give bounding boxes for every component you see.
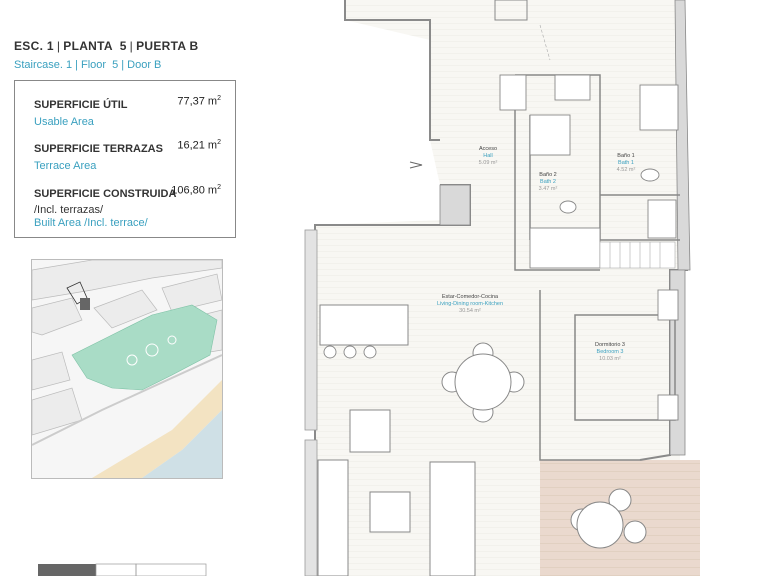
usable-area-row: SUPERFICIE ÚTIL Usable Area 77,37 m2 (34, 95, 221, 128)
location-map (31, 259, 223, 479)
washbasin (554, 74, 591, 101)
chair (623, 520, 647, 544)
built-area-label-en: Built Area /Incl. terrace/ (34, 217, 148, 229)
wall (344, 0, 440, 141)
built-area-label-es2: /Incl. terrazas/ (34, 204, 104, 216)
stool (363, 345, 377, 359)
location-map-svg (32, 260, 222, 478)
bath1-area: 4.52 m² (617, 167, 636, 173)
bath2-label: Baño 2 (539, 172, 556, 178)
floor-key-cell (95, 563, 137, 577)
nightstand (657, 289, 679, 321)
hall-label: Acceso (479, 146, 497, 152)
sofa (317, 459, 349, 577)
living-label-en: Living-Dining room-Kitchen (437, 301, 503, 307)
shower-tray (647, 199, 677, 239)
toilet (640, 168, 660, 182)
nightstand (657, 394, 679, 421)
bath1-label: Baño 1 (617, 153, 634, 159)
bedroom3-label-en: Bedroom 3 (597, 349, 624, 355)
exterior-wall (304, 439, 318, 577)
terrace-area-label-en: Terrace Area (34, 160, 97, 172)
floor-key-strip (38, 562, 208, 577)
terrace-table (576, 501, 624, 549)
unit-id-es: ESC. 1 | PLANTA 5 | PUERTA B (14, 39, 199, 53)
entry-arrow-icon (409, 161, 423, 169)
usable-area-value: 77,37 m2 (177, 95, 221, 108)
toilet (559, 200, 577, 214)
unit-id-en: Staircase. 1 | Floor 5 | Door B (14, 59, 162, 71)
hall-label-en: Hall (483, 153, 492, 159)
shower-tray (529, 114, 571, 156)
puerta-label: PUERTA (136, 39, 186, 53)
exterior-wall (304, 229, 318, 431)
side-table (369, 491, 411, 533)
esc-value: 1 (46, 39, 54, 53)
unit-location-marker (80, 298, 90, 310)
built-area-value: 106,80 m2 (171, 184, 221, 197)
exterior-wall (674, 0, 691, 271)
usable-area-label: SUPERFICIE ÚTIL (34, 99, 128, 111)
planta-value: 5 (119, 39, 127, 53)
column (439, 184, 471, 226)
stool (343, 345, 357, 359)
stool (323, 345, 337, 359)
built-area-row: SUPERFICIE CONSTRUIDA /Incl. terrazas/ B… (34, 184, 221, 229)
area-summary-box: SUPERFICIE ÚTIL Usable Area 77,37 m2 SUP… (14, 80, 236, 238)
armchair (349, 409, 391, 453)
unit-header: ESC. 1 | PLANTA 5 | PUERTA B Staircase. 1 | Fl… (14, 39, 199, 71)
floor-plan: Acceso Hall 5.09 m² Baño 2 Bath 2 3.47 m… (300, 0, 710, 577)
floor-label: Floor (80, 59, 107, 71)
living-label: Estar-Comedor-Cocina (442, 294, 499, 300)
coffee-table (429, 461, 476, 577)
built-area-label: SUPERFICIE CONSTRUIDA (34, 188, 177, 200)
door-value: B (154, 59, 162, 71)
washbasin (639, 84, 679, 131)
living-area: 30.54 m² (459, 308, 481, 314)
closet (499, 74, 527, 111)
floor-key-cell (135, 563, 207, 577)
bath2-label-en: Bath 2 (540, 179, 556, 185)
usable-area-label-en: Usable Area (34, 116, 94, 128)
floor-key-highlight (38, 564, 96, 576)
terrace-area-row: SUPERFICIE TERRAZAS Terrace Area 16,21 m… (34, 139, 221, 172)
door-label: Door (127, 59, 151, 71)
staircase-label: Staircase. (14, 59, 63, 71)
bath2-area: 3.47 m² (539, 186, 558, 192)
bathtub (529, 227, 601, 269)
puerta-value: B (189, 39, 199, 53)
planta-label: PLANTA (63, 39, 113, 53)
hall-area: 5.09 m² (479, 160, 498, 166)
kitchen-island (319, 304, 409, 346)
floor-key-svg (38, 563, 207, 577)
bedroom3-area: 10.03 m² (599, 356, 621, 362)
wardrobe (599, 241, 676, 269)
bath1-label-en: Bath 1 (618, 160, 634, 166)
esc-label: ESC. (14, 39, 44, 53)
dining-table (454, 353, 512, 411)
terrace-area-label: SUPERFICIE TERRAZAS (34, 143, 163, 155)
terrace-area-value: 16,21 m2 (177, 139, 221, 152)
floor-plan-svg: Acceso Hall 5.09 m² Baño 2 Bath 2 3.47 m… (304, 0, 700, 577)
bedroom3-label: Dormitorio 3 (595, 342, 625, 348)
